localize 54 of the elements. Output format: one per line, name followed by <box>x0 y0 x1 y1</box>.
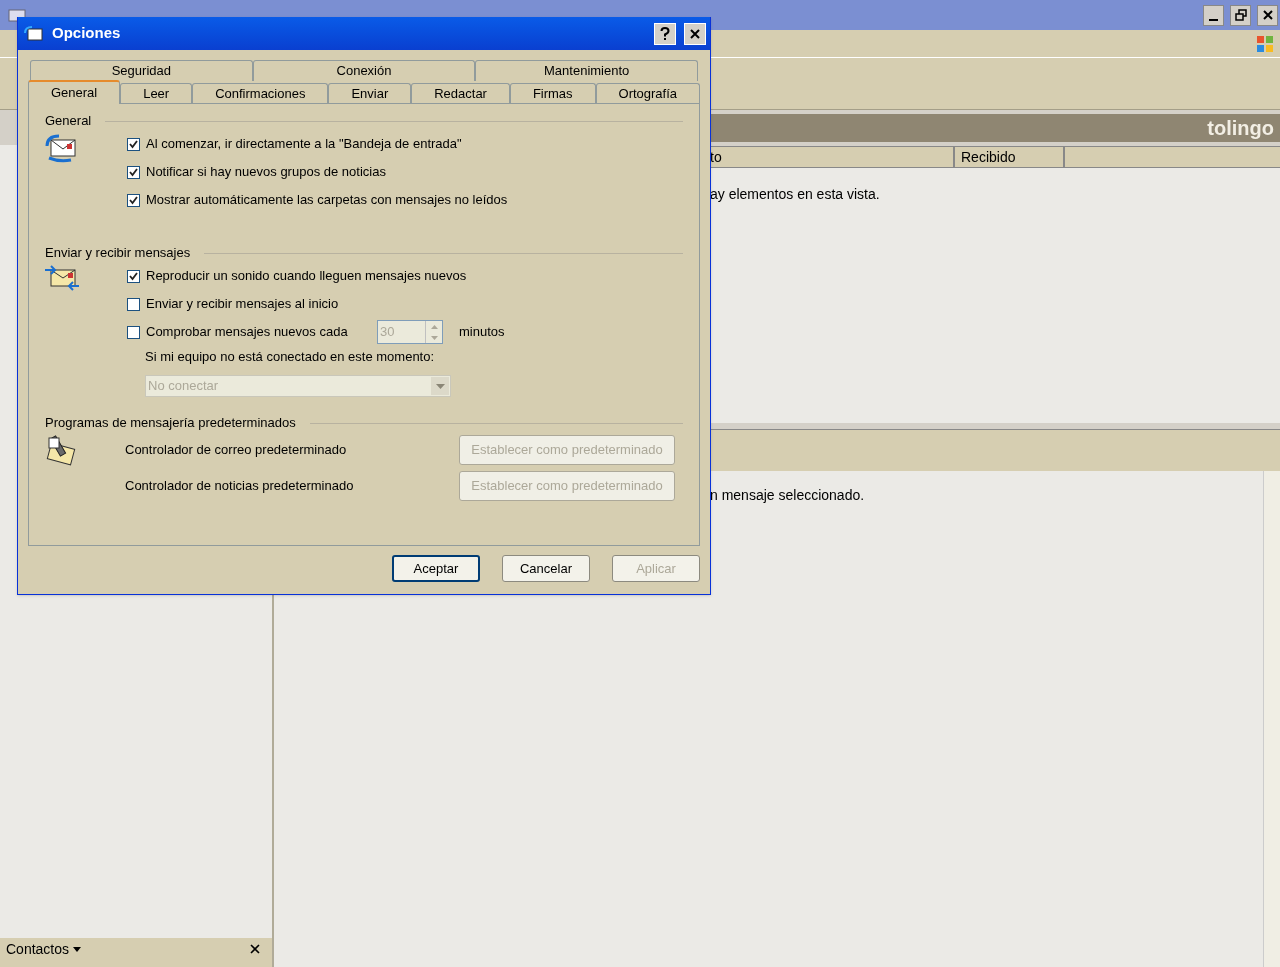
tab[interactable]: General <box>28 80 121 104</box>
contacts-button[interactable]: Contactos <box>6 938 70 960</box>
checkbox[interactable] <box>127 297 140 311</box>
restore-icon <box>1234 9 1247 21</box>
folder-title: tolingo <box>1207 116 1274 141</box>
close-icon <box>1261 9 1274 21</box>
close-button[interactable] <box>1257 4 1278 26</box>
close-icon <box>689 27 701 40</box>
down-arrow-icon <box>430 335 438 340</box>
tab[interactable]: Enviar <box>328 83 412 103</box>
option-label: Notificar si hay nuevos grupos de noticias <box>146 163 386 182</box>
option-label: Al comenzar, ir directamente a la "Bandeja de entrada" <box>146 135 462 154</box>
minimize-button[interactable] <box>1203 4 1224 26</box>
option-label: Mostrar automáticamente las carpetas con mensajes no leídos <box>146 191 508 210</box>
option-label: Comprobar mensajes nuevos cada <box>146 323 349 342</box>
checkbox[interactable] <box>127 137 140 151</box>
up-arrow-icon <box>430 324 438 329</box>
tab[interactable]: Conexión <box>252 60 476 81</box>
section-title: Programas de mensajería predeterminados <box>45 414 296 433</box>
preview-empty-text: n mensaje seleccionado. <box>710 487 865 503</box>
tab[interactable]: Mantenimiento <box>475 60 698 81</box>
envelope-arrows-icon <box>45 264 79 292</box>
option-label: Controlador de noticias predeterminado <box>125 477 355 496</box>
tab[interactable]: Redactar <box>411 83 510 103</box>
tab[interactable]: Seguridad <box>30 60 253 81</box>
dialog-title: Opciones <box>52 23 122 44</box>
dialog-button[interactable]: Aceptar <box>392 555 480 582</box>
tab[interactable]: Leer <box>120 83 193 103</box>
checkbox[interactable] <box>127 193 140 207</box>
unit-label: minutos <box>459 323 505 342</box>
note-text: Si mi equipo no está conectado en este momento: <box>145 348 435 367</box>
help-icon <box>660 26 670 41</box>
caret-icon <box>73 946 82 952</box>
option-label: Reproducir un sonido cuando lleguen mensajes nuevos <box>146 267 467 286</box>
option-label: Enviar y recibir mensajes al inicio <box>146 295 339 314</box>
caret-icon <box>435 383 445 389</box>
empty-list-text: ay elementos en esta vista. <box>710 186 880 202</box>
section-title: General <box>45 112 92 131</box>
section-title: Enviar y recibir mensajes <box>45 244 191 263</box>
tab[interactable]: Confirmaciones <box>192 83 329 103</box>
tab[interactable]: Ortografía <box>595 83 701 103</box>
scrollbar[interactable] <box>1263 471 1280 967</box>
envelope-icon <box>8 7 26 23</box>
minimize-icon <box>1209 18 1218 21</box>
help-button[interactable] <box>654 22 676 45</box>
close-icon[interactable] <box>250 944 260 954</box>
tab[interactable]: Firmas <box>509 83 596 103</box>
envelope-icon <box>24 24 44 43</box>
dialog-button[interactable]: Cancelar <box>502 555 590 582</box>
envelope-arrows-icon <box>45 132 79 164</box>
checkbox[interactable] <box>127 269 140 283</box>
checkbox[interactable] <box>127 165 140 179</box>
option-label: Controlador de correo predeterminado <box>125 441 348 460</box>
restore-button[interactable] <box>1230 4 1251 26</box>
